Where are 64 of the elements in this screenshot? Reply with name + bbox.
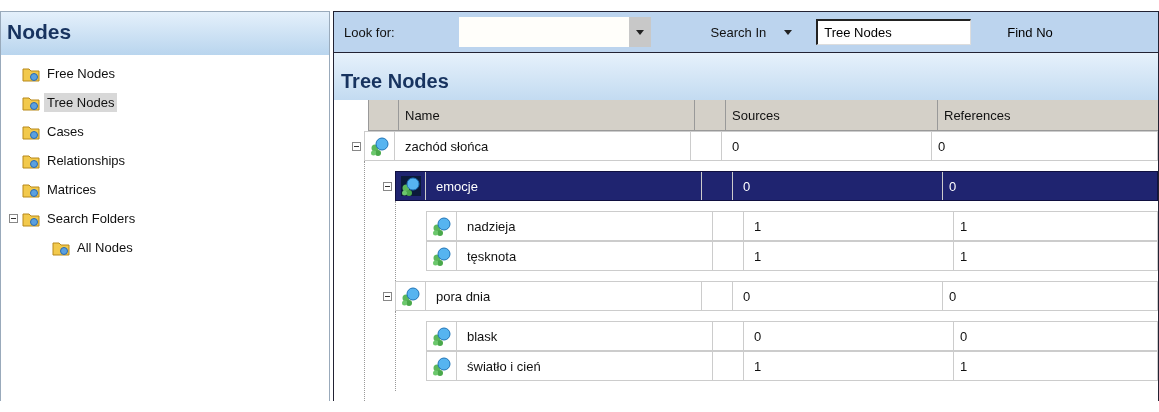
sidebar-item[interactable]: Cases [44,122,87,141]
sidebar-item[interactable]: All Nodes [74,238,136,257]
folder-icon [22,65,40,82]
tree-row[interactable]: blask 0 0 [426,321,1158,351]
sources-cell: 1 [744,242,954,270]
folder-icon [22,152,40,169]
node-name: światło i cień [457,352,713,380]
collapse-toggle[interactable] [351,141,361,151]
node-icon [431,246,452,266]
references-cell-text: 0 [937,137,947,156]
folder-icon [22,123,40,140]
sources-cell: 0 [744,322,954,350]
collapse-toggle[interactable] [382,181,392,191]
look-for-label: Look for: [344,24,395,40]
node-name: zachód słońca [395,132,691,160]
references-cell-text: 0 [948,177,958,196]
column-header[interactable]: Sources [725,100,937,130]
folder-icon [22,94,40,111]
node-name: nadzieja [457,212,713,240]
sources-cell: 1 [744,352,954,380]
node-icon [431,216,452,236]
folder-icon [22,181,40,198]
dropdown-arrow-icon [635,29,644,35]
node-name: blask [457,322,713,350]
node-icon [431,326,452,346]
find-now-button[interactable]: Find No [1007,24,1072,40]
column-header[interactable]: References [937,100,1158,130]
sources-cell: 1 [744,212,954,240]
sources-cell: 0 [722,132,932,160]
collapse-toggle[interactable] [382,291,392,301]
dropdown-arrow-icon[interactable] [784,29,793,35]
node-icon [369,136,390,156]
node-icon [431,356,452,376]
panel-title: Nodes [1,12,329,55]
sources-cell: 0 [733,282,943,310]
tree-row[interactable]: emocje 0 0 [395,171,1158,201]
references-cell-text: 1 [959,217,969,236]
collapse-toggle[interactable] [9,214,18,223]
tree-row[interactable]: zachód słońca 0 0 [364,131,1158,161]
references-cell-text: 0 [959,327,969,346]
references-cell-text: 1 [959,357,969,376]
sidebar-item[interactable]: Search Folders [44,209,139,228]
node-name: tęsknota [457,242,713,270]
sidebar-item[interactable]: Tree Nodes [44,93,118,112]
sidebar-item[interactable]: Matrices [44,180,100,199]
node-icon [400,176,421,196]
column-header[interactable]: Name [398,100,694,130]
section-title: Tree Nodes [334,53,1158,100]
sources-cell: 0 [733,172,943,200]
references-cell-text: 1 [959,247,969,266]
folder-icon [52,239,70,256]
folder-icon [22,210,40,227]
tree-row[interactable]: nadzieja 1 1 [426,211,1158,241]
node-name: pora dnia [426,282,702,310]
sidebar-item[interactable]: Relationships [44,151,129,170]
node-name: emocje [426,172,702,200]
tree-row[interactable]: tęsknota 1 1 [426,241,1158,271]
tree-row[interactable]: światło i cień 1 1 [426,351,1158,381]
search-in-field[interactable]: Tree Nodes [816,19,972,46]
node-icon [400,286,421,306]
sidebar-item[interactable]: Free Nodes [44,64,118,83]
tree-row[interactable]: pora dnia 0 0 [395,281,1158,311]
search-in-label: Search In [710,24,767,40]
references-cell-text: 0 [948,287,958,306]
